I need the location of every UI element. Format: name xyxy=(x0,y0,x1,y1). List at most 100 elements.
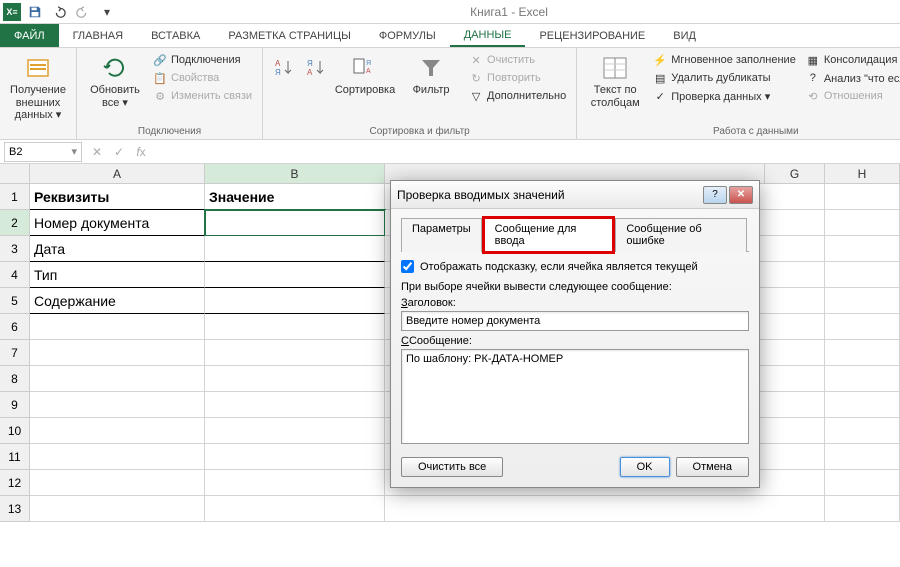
cell-h1[interactable] xyxy=(825,184,900,210)
cell-h7[interactable] xyxy=(825,340,900,366)
reapply-item[interactable]: ↻Повторить xyxy=(467,70,568,86)
dialog-tab-error-alert[interactable]: Сообщение об ошибке xyxy=(615,218,747,252)
filter-button[interactable]: Фильтр xyxy=(401,52,461,97)
cell-g1[interactable] xyxy=(765,184,825,210)
advanced-filter-item[interactable]: ▽Дополнительно xyxy=(467,88,568,104)
edit-links-item[interactable]: ⚙Изменить связи xyxy=(151,88,254,104)
show-tooltip-checkbox[interactable] xyxy=(401,260,414,273)
cell-b8[interactable] xyxy=(205,366,385,392)
cell-b1[interactable]: Значение xyxy=(205,184,385,210)
cell-h12[interactable] xyxy=(825,470,900,496)
sort-button[interactable]: ЯА Сортировка xyxy=(335,52,395,97)
cell-h3[interactable] xyxy=(825,236,900,262)
cell-a4[interactable]: Тип xyxy=(30,262,205,288)
redo-icon[interactable] xyxy=(72,1,94,23)
row-head-3[interactable]: 3 xyxy=(0,236,30,262)
cell-a5[interactable]: Содержание xyxy=(30,288,205,314)
cell-a3[interactable]: Дата xyxy=(30,236,205,262)
cell-a6[interactable] xyxy=(30,314,205,340)
save-icon[interactable] xyxy=(24,1,46,23)
cell-h11[interactable] xyxy=(825,444,900,470)
fx-icon[interactable]: fx xyxy=(130,141,152,163)
cell-a7[interactable] xyxy=(30,340,205,366)
cell-g2[interactable] xyxy=(765,210,825,236)
cell-a2[interactable]: Номер документа xyxy=(30,210,205,236)
message-textarea[interactable] xyxy=(401,349,749,444)
title-input[interactable] xyxy=(401,311,749,331)
qat-dropdown-icon[interactable]: ▾ xyxy=(96,1,118,23)
cell-b13[interactable] xyxy=(205,496,385,522)
clear-filter-item[interactable]: ✕Очистить xyxy=(467,52,568,68)
clear-all-button[interactable]: Очистить все xyxy=(401,457,503,477)
cell-a11[interactable] xyxy=(30,444,205,470)
cell-b11[interactable] xyxy=(205,444,385,470)
enter-formula-icon[interactable]: ✓ xyxy=(108,141,130,163)
row-head-6[interactable]: 6 xyxy=(0,314,30,340)
tab-review[interactable]: РЕЦЕНЗИРОВАНИЕ xyxy=(525,24,659,47)
sort-asc-button[interactable]: АЯ xyxy=(271,52,297,82)
cell-h13[interactable] xyxy=(825,496,900,522)
cell-b4[interactable] xyxy=(205,262,385,288)
row-head-11[interactable]: 11 xyxy=(0,444,30,470)
tab-data[interactable]: ДАННЫЕ xyxy=(450,24,526,47)
cell-b12[interactable] xyxy=(205,470,385,496)
cell-b7[interactable] xyxy=(205,340,385,366)
row-head-10[interactable]: 10 xyxy=(0,418,30,444)
row-head-7[interactable]: 7 xyxy=(0,340,30,366)
show-tooltip-checkbox-row[interactable]: Отображать подсказку, если ячейка являет… xyxy=(401,260,749,273)
cell-b2[interactable] xyxy=(205,210,385,236)
cell-g10[interactable] xyxy=(765,418,825,444)
cell-a1[interactable]: Реквизиты xyxy=(30,184,205,210)
tab-home[interactable]: ГЛАВНАЯ xyxy=(59,24,137,47)
cell-a13[interactable] xyxy=(30,496,205,522)
tab-view[interactable]: ВИД xyxy=(659,24,710,47)
cell-h10[interactable] xyxy=(825,418,900,444)
cell-a8[interactable] xyxy=(30,366,205,392)
row-head-13[interactable]: 13 xyxy=(0,496,30,522)
name-box[interactable]: B2▾ xyxy=(4,142,82,162)
tab-file[interactable]: ФАЙЛ xyxy=(0,24,59,47)
cell-b5[interactable] xyxy=(205,288,385,314)
cell-g11[interactable] xyxy=(765,444,825,470)
relationships-item[interactable]: ⟲Отношения xyxy=(804,88,900,104)
row-head-8[interactable]: 8 xyxy=(0,366,30,392)
row-head-2[interactable]: 2 xyxy=(0,210,30,236)
text-to-columns-button[interactable]: Текст по столбцам xyxy=(585,52,645,109)
cell-g4[interactable] xyxy=(765,262,825,288)
get-external-data-button[interactable]: Получение внешних данных ▾ xyxy=(8,52,68,122)
cell-g12[interactable] xyxy=(765,470,825,496)
dialog-tab-input-message[interactable]: Сообщение для ввода xyxy=(484,218,614,252)
cell-h4[interactable] xyxy=(825,262,900,288)
dialog-close-button[interactable]: ✕ xyxy=(729,186,753,204)
connections-item[interactable]: 🔗Подключения xyxy=(151,52,254,68)
cell-g7[interactable] xyxy=(765,340,825,366)
cell-g3[interactable] xyxy=(765,236,825,262)
cancel-formula-icon[interactable]: ✕ xyxy=(86,141,108,163)
dialog-tab-parameters[interactable]: Параметры xyxy=(401,218,482,252)
cell-g13[interactable] xyxy=(765,496,825,522)
cell-g9[interactable] xyxy=(765,392,825,418)
what-if-item[interactable]: ?Анализ "что если" ▾ xyxy=(804,70,900,86)
select-all-corner[interactable] xyxy=(0,164,30,184)
sort-desc-button[interactable]: ЯА xyxy=(303,52,329,82)
col-head-h[interactable]: H xyxy=(825,164,900,184)
tab-insert[interactable]: ВСТАВКА xyxy=(137,24,214,47)
cancel-button[interactable]: Отмена xyxy=(676,457,749,477)
cell-h5[interactable] xyxy=(825,288,900,314)
data-validation-item[interactable]: ✓Проверка данных ▾ xyxy=(651,88,798,104)
cell-h9[interactable] xyxy=(825,392,900,418)
cell-g8[interactable] xyxy=(765,366,825,392)
tab-formulas[interactable]: ФОРМУЛЫ xyxy=(365,24,450,47)
consolidate-item[interactable]: ▦Консолидация xyxy=(804,52,900,68)
cell-g5[interactable] xyxy=(765,288,825,314)
undo-icon[interactable] xyxy=(48,1,70,23)
cell-g6[interactable] xyxy=(765,314,825,340)
flash-fill-item[interactable]: ⚡Мгновенное заполнение xyxy=(651,52,798,68)
cell-a9[interactable] xyxy=(30,392,205,418)
cell-b9[interactable] xyxy=(205,392,385,418)
formula-input[interactable] xyxy=(152,142,900,162)
row-head-5[interactable]: 5 xyxy=(0,288,30,314)
row-head-9[interactable]: 9 xyxy=(0,392,30,418)
cell-a10[interactable] xyxy=(30,418,205,444)
tab-page-layout[interactable]: РАЗМЕТКА СТРАНИЦЫ xyxy=(214,24,364,47)
